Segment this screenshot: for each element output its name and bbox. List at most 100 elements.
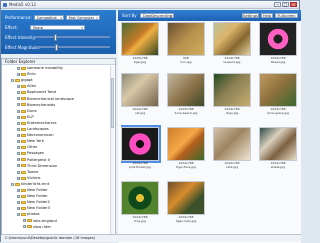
tree-row[interactable]: + Third Dimension bbox=[17, 164, 57, 169]
thumbnail-image[interactable] bbox=[213, 127, 251, 161]
thumbnail-card[interactable]: 5kB lion.jpg bbox=[167, 22, 205, 64]
thumbnail-image[interactable] bbox=[213, 73, 251, 107]
tree-row[interactable]: + Baphomet Tarot bbox=[17, 90, 56, 95]
expand-icon[interactable]: + bbox=[17, 176, 20, 180]
expand-icon[interactable]: + bbox=[23, 225, 26, 229]
help-button[interactable]: Help bbox=[261, 13, 273, 18]
thumbnail-image[interactable] bbox=[259, 127, 297, 161]
expand-icon[interactable]: + bbox=[17, 103, 20, 107]
tree-row[interactable]: + New Folder bbox=[17, 188, 48, 193]
tree-row[interactable]: + Passages bbox=[17, 151, 44, 156]
tree-row[interactable]: + Biomechanical landscape bbox=[17, 97, 74, 102]
expand-icon[interactable]: + bbox=[17, 109, 20, 113]
settings-button[interactable]: Settings bbox=[242, 13, 259, 18]
thumbnail-card[interactable]: 1024x768 flower.jpg bbox=[259, 22, 297, 64]
thumbnail-card[interactable]: 1024x768 dogs.jpg bbox=[213, 73, 251, 115]
thumbnail-card[interactable]: 1024x768 lions-beach.jpg bbox=[167, 73, 205, 115]
thumbnail-card[interactable]: 1024x768 cat2.jpg bbox=[213, 127, 251, 169]
thumbnail-card[interactable]: 1024x768 cat.jpg bbox=[121, 73, 159, 115]
intensity-slider[interactable] bbox=[35, 34, 110, 41]
expand-icon[interactable]: + bbox=[17, 170, 20, 174]
magnitude-slider[interactable] bbox=[35, 44, 110, 51]
expand-icon[interactable]: + bbox=[17, 158, 20, 162]
tree-row[interactable]: + flickr bbox=[17, 72, 36, 77]
thumbnail-card[interactable]: 1024x768 pink-flower.jpg bbox=[121, 125, 161, 169]
expand-icon[interactable]: + bbox=[17, 85, 20, 89]
thumbnail-card[interactable]: 1024x768 tiger-face.jpg bbox=[167, 127, 205, 169]
thumbnail-image[interactable] bbox=[167, 22, 205, 56]
expand-icon[interactable]: + bbox=[17, 140, 20, 144]
thumbnail-card[interactable]: 1024x768 tiger-cubs.jpg bbox=[167, 181, 205, 223]
folder-scrollbar[interactable] bbox=[110, 66, 114, 234]
sort-dropdown[interactable]: DateDescending bbox=[140, 13, 174, 18]
expand-icon[interactable]: + bbox=[17, 127, 20, 131]
expand-icon[interactable]: + bbox=[17, 152, 20, 156]
expand-icon[interactable]: + bbox=[17, 207, 20, 211]
tree-row[interactable]: + Poltergeist II bbox=[17, 158, 50, 163]
thumbnail-card[interactable]: 1024x768 lions-grass.jpg bbox=[259, 73, 297, 115]
thumbnail-card[interactable]: 1024x768 frog.jpg bbox=[121, 181, 159, 223]
expand-icon[interactable]: + bbox=[17, 164, 20, 168]
tree-row[interactable]: + Alien bbox=[17, 84, 36, 89]
expand-icon[interactable]: + bbox=[17, 188, 20, 192]
tree-row[interactable]: + Dune bbox=[17, 109, 37, 114]
minimize-button[interactable]: − bbox=[274, 2, 281, 7]
tree-row[interactable]: + photos bbox=[17, 212, 40, 217]
tree-row[interactable]: + New York bbox=[17, 139, 44, 144]
collapse-icon[interactable]: − bbox=[11, 79, 14, 83]
computer-dropdown[interactable]: Fast Computer bbox=[65, 14, 100, 20]
thumbnail-image[interactable] bbox=[121, 22, 159, 56]
expand-icon[interactable]: + bbox=[17, 72, 20, 76]
expand-icon[interactable]: + bbox=[17, 91, 20, 95]
tree-row[interactable]: + slow rider bbox=[23, 225, 51, 230]
tree-row[interactable]: + New Folder bbox=[17, 194, 48, 199]
expand-icon[interactable]: + bbox=[17, 133, 20, 137]
expand-icon[interactable]: + bbox=[17, 115, 20, 119]
tree-row[interactable]: + Erotomechanics bbox=[17, 121, 57, 126]
performance-label: Performance: bbox=[5, 14, 32, 20]
tree-row[interactable]: + New Folder2 bbox=[17, 200, 50, 205]
thumbnail-image[interactable] bbox=[213, 22, 251, 56]
folder-icon bbox=[21, 146, 26, 150]
magnitude-slider-thumb[interactable] bbox=[55, 44, 58, 51]
scrollbar-thumb[interactable] bbox=[111, 78, 114, 128]
tree-row[interactable]: + someone instability bbox=[17, 66, 63, 71]
tree-row[interactable]: − gigapt bbox=[11, 78, 33, 83]
tree-row[interactable]: + Landscapes bbox=[17, 127, 49, 132]
collapse-icon[interactable]: − bbox=[11, 182, 14, 186]
intensity-slider-thumb[interactable] bbox=[54, 34, 57, 41]
thumbnail-image[interactable] bbox=[259, 22, 297, 56]
thumbnail-image[interactable] bbox=[121, 181, 159, 215]
thumbnail-image[interactable] bbox=[167, 73, 205, 107]
thumbnail-card[interactable]: 1024x768 leopard.jpg bbox=[213, 22, 251, 64]
tree-row[interactable]: + ELP bbox=[17, 115, 34, 120]
expand-icon[interactable]: + bbox=[23, 219, 26, 223]
expand-icon[interactable]: + bbox=[17, 146, 20, 150]
performance-dropdown[interactable]: Compatible bbox=[33, 14, 64, 20]
thumbnail-image[interactable] bbox=[121, 125, 161, 163]
maximize-button[interactable]: □ bbox=[282, 2, 289, 7]
tree-row[interactable]: − kinderlicht-mnt bbox=[11, 182, 49, 187]
effect-dropdown[interactable]: Sharp bbox=[29, 24, 85, 30]
close-button[interactable]: × bbox=[290, 2, 297, 7]
tree-row[interactable]: + Biomechanoids bbox=[17, 103, 55, 108]
fullscreen-button[interactable]: Fullscreen bbox=[275, 13, 298, 18]
tree-row[interactable]: + New Folder3 bbox=[17, 206, 50, 211]
tree-row[interactable]: + Necronomicon bbox=[17, 133, 54, 138]
thumbnail-image[interactable] bbox=[167, 127, 205, 161]
thumbnail-card[interactable]: 1024x768 shells.jpg bbox=[259, 127, 297, 169]
thumbnail-image[interactable] bbox=[259, 73, 297, 107]
expand-icon[interactable]: + bbox=[17, 201, 20, 205]
tree-row[interactable]: + Victims bbox=[17, 176, 40, 181]
tree-row[interactable]: + Other bbox=[17, 145, 37, 150]
expand-icon[interactable]: + bbox=[17, 97, 20, 101]
tree-row[interactable]: + lake-england bbox=[23, 219, 57, 224]
tree-row[interactable]: + Towne bbox=[17, 170, 39, 175]
expand-icon[interactable]: + bbox=[17, 194, 20, 198]
expand-icon[interactable]: + bbox=[17, 66, 20, 70]
expand-icon[interactable]: + bbox=[17, 121, 20, 125]
expand-icon[interactable]: + bbox=[17, 213, 20, 217]
thumbnail-card[interactable]: 1024x768 tiger.jpg bbox=[121, 22, 159, 64]
thumbnail-image[interactable] bbox=[167, 181, 205, 215]
thumbnail-image[interactable] bbox=[121, 73, 159, 107]
